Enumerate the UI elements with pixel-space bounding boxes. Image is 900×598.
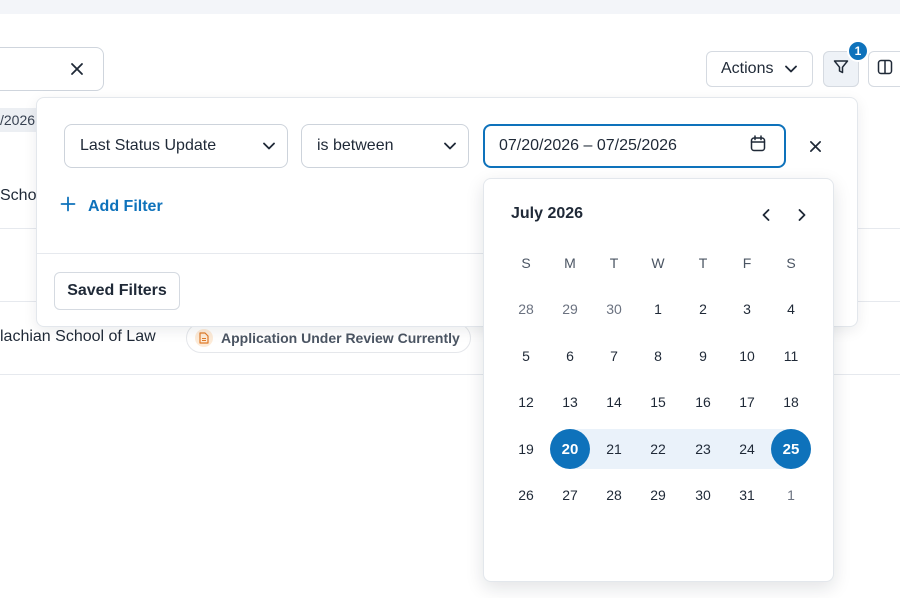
calendar-day[interactable]: 12 bbox=[506, 382, 546, 422]
actions-button[interactable]: Actions bbox=[706, 51, 813, 87]
calendar-day[interactable]: 28 bbox=[506, 289, 546, 329]
calendar-day-range-start[interactable]: 20 bbox=[550, 429, 590, 469]
calendar-day[interactable]: 16 bbox=[683, 382, 723, 422]
weekday-label: M bbox=[564, 255, 576, 271]
chevron-down-icon bbox=[263, 137, 275, 155]
weekday-label: S bbox=[786, 255, 796, 271]
calendar-day[interactable]: 8 bbox=[638, 336, 678, 376]
filter-operator-select[interactable]: is between bbox=[301, 124, 469, 168]
calendar-day[interactable]: 31 bbox=[727, 475, 767, 515]
calendar-day[interactable]: 27 bbox=[550, 475, 590, 515]
calendar-day[interactable]: 29 bbox=[638, 475, 678, 515]
plus-icon bbox=[60, 196, 76, 217]
calendar-month-label: July 2026 bbox=[511, 205, 584, 222]
calendar-day[interactable]: 30 bbox=[683, 475, 723, 515]
date-range-value: 07/20/2026 – 07/25/2026 bbox=[499, 137, 677, 154]
calendar-day[interactable]: 26 bbox=[506, 475, 546, 515]
calendar-day[interactable]: 18 bbox=[771, 382, 811, 422]
calendar-icon[interactable] bbox=[750, 135, 766, 157]
close-icon[interactable] bbox=[805, 136, 825, 156]
filter-field-value: Last Status Update bbox=[80, 137, 217, 154]
actions-label: Actions bbox=[721, 60, 774, 77]
calendar-day[interactable]: 7 bbox=[594, 336, 634, 376]
top-strip bbox=[0, 0, 900, 14]
calendar-day[interactable]: 6 bbox=[550, 336, 590, 376]
filter-operator-value: is between bbox=[317, 137, 394, 154]
calendar-day[interactable]: 10 bbox=[727, 336, 767, 376]
search-input[interactable] bbox=[0, 47, 104, 91]
calendar-day[interactable]: 28 bbox=[594, 475, 634, 515]
date-range-input[interactable]: 07/20/2026 – 07/25/2026 bbox=[483, 124, 786, 168]
date-picker-popover bbox=[483, 178, 834, 582]
calendar-day[interactable]: 24 bbox=[727, 429, 767, 469]
calendar-day[interactable]: 9 bbox=[683, 336, 723, 376]
calendar-day[interactable]: 17 bbox=[727, 382, 767, 422]
calendar-day[interactable]: 2 bbox=[683, 289, 723, 329]
calendar-day[interactable]: 23 bbox=[683, 429, 723, 469]
calendar-day[interactable]: 5 bbox=[506, 336, 546, 376]
columns-button[interactable] bbox=[868, 51, 900, 87]
calendar-day[interactable]: 14 bbox=[594, 382, 634, 422]
calendar-day-range-end[interactable]: 25 bbox=[771, 429, 811, 469]
chevron-down-icon bbox=[785, 60, 798, 78]
calendar-day[interactable]: 29 bbox=[550, 289, 590, 329]
weekday-label: W bbox=[651, 255, 665, 271]
calendar-day[interactable]: 3 bbox=[727, 289, 767, 329]
filter-icon bbox=[833, 59, 849, 80]
add-filter-button[interactable]: Add Filter bbox=[60, 196, 163, 217]
calendar-day[interactable]: 21 bbox=[594, 429, 634, 469]
chevron-left-icon[interactable] bbox=[756, 205, 776, 225]
status-badge: Application Under Review Currently bbox=[186, 323, 471, 353]
calendar-day[interactable]: 13 bbox=[550, 382, 590, 422]
calendar-day[interactable]: 1 bbox=[638, 289, 678, 329]
panel-divider bbox=[37, 253, 484, 254]
weekday-label: F bbox=[742, 255, 752, 271]
calendar-day[interactable]: 11 bbox=[771, 336, 811, 376]
close-icon[interactable] bbox=[68, 60, 86, 78]
weekday-label: S bbox=[521, 255, 531, 271]
calendar-day[interactable]: 22 bbox=[638, 429, 678, 469]
saved-filters-button[interactable]: Saved Filters bbox=[54, 272, 180, 310]
calendar-day[interactable]: 19 bbox=[506, 429, 546, 469]
date-chip: /2026 bbox=[0, 108, 40, 132]
chevron-right-icon[interactable] bbox=[792, 205, 812, 225]
columns-icon bbox=[877, 59, 893, 80]
weekday-label: T bbox=[609, 255, 619, 271]
calendar-day[interactable]: 15 bbox=[638, 382, 678, 422]
calendar-day[interactable]: 4 bbox=[771, 289, 811, 329]
add-filter-label: Add Filter bbox=[88, 197, 163, 215]
filter-field-select[interactable]: Last Status Update bbox=[64, 124, 288, 168]
filter-count-badge: 1 bbox=[847, 40, 869, 62]
calendar-day[interactable]: 30 bbox=[594, 289, 634, 329]
chevron-down-icon bbox=[444, 137, 456, 155]
weekday-label: T bbox=[698, 255, 708, 271]
status-label: Application Under Review Currently bbox=[221, 330, 460, 346]
school-name: lachian School of Law bbox=[0, 328, 156, 345]
document-icon bbox=[195, 329, 213, 347]
calendar-day[interactable]: 1 bbox=[771, 475, 811, 515]
